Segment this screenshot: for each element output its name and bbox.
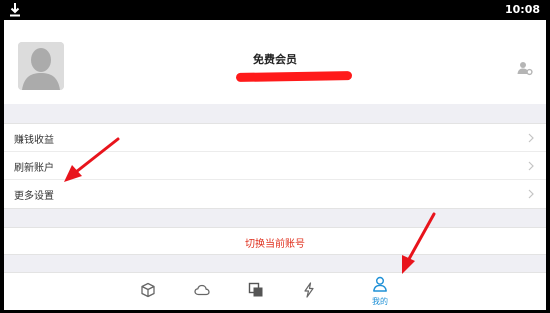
annotation-arrow-mine-tab <box>402 212 436 274</box>
